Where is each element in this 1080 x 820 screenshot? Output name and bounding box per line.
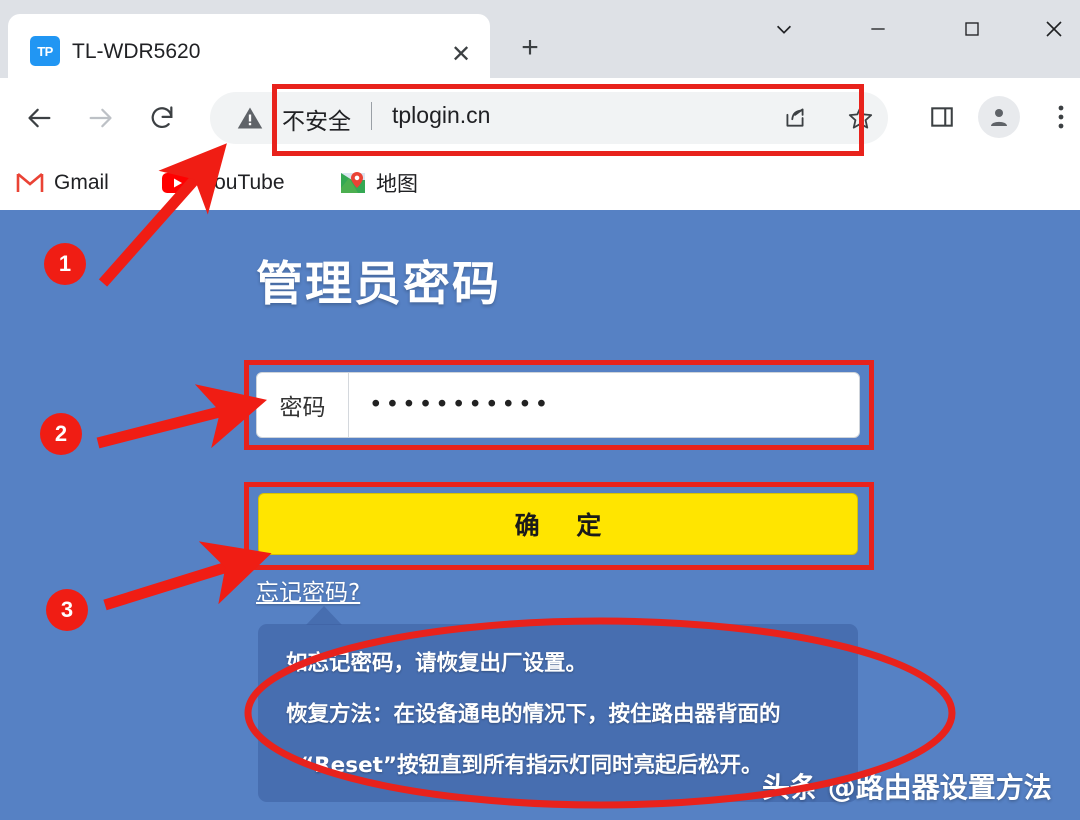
side-panel-icon[interactable] xyxy=(925,100,959,134)
forgot-password-link[interactable]: 忘记密码? xyxy=(256,573,360,607)
star-outline-icon[interactable] xyxy=(845,102,875,132)
profile-avatar-icon[interactable] xyxy=(978,96,1020,138)
bookmark-label: 地图 xyxy=(376,173,418,196)
security-status-label: 不安全 xyxy=(282,108,351,134)
bookmark-youtube[interactable]: YouTube xyxy=(162,168,285,198)
chevron-down-icon[interactable] xyxy=(756,8,812,50)
url-text[interactable]: tplogin.cn xyxy=(392,102,490,129)
bookmark-label: YouTube xyxy=(202,171,285,194)
bookmark-gmail[interactable]: Gmail xyxy=(16,168,109,198)
new-tab-button[interactable]: + xyxy=(512,30,548,66)
info-line-3: “Reset”按钮直到所有指示灯同时亮起后松开。 xyxy=(300,753,763,778)
minimize-icon[interactable] xyxy=(850,8,906,50)
info-line-1: 如忘记密码，请恢复出厂设置。 xyxy=(286,651,588,676)
confirm-button[interactable]: 确 定 xyxy=(258,493,858,555)
not-secure-warning-icon[interactable] xyxy=(236,104,264,132)
youtube-icon xyxy=(162,173,192,193)
omnibox-divider xyxy=(371,102,372,130)
reload-icon[interactable] xyxy=(140,96,184,140)
tooltip-pointer xyxy=(306,606,342,625)
tplink-favicon: TP xyxy=(30,36,60,66)
watermark: 头条 @路由器设置方法 xyxy=(762,771,1052,804)
close-icon[interactable]: ✕ xyxy=(448,42,474,68)
password-field[interactable]: 密码 ••••••••••• xyxy=(256,372,860,438)
forward-arrow-icon[interactable] xyxy=(78,96,122,140)
browser-window: TP TL-WDR5620 ✕ + 不安全 tplogin.cn Gmail Y… xyxy=(0,0,1080,820)
page-title: 管理员密码 xyxy=(256,257,501,312)
bookmark-label: Gmail xyxy=(54,171,109,194)
router-login-page: 管理员密码 密码 ••••••••••• 确 定 忘记密码? 如忘记密码，请恢复… xyxy=(0,210,1080,820)
google-maps-icon xyxy=(341,172,365,193)
three-dot-menu-icon[interactable] xyxy=(1050,100,1072,134)
password-input[interactable]: ••••••••••• xyxy=(349,373,859,437)
bookmark-maps[interactable]: 地图 xyxy=(340,168,418,198)
window-close-icon[interactable] xyxy=(1032,8,1076,50)
info-line-2: 恢复方法：在设备通电的情况下，按住路由器背面的 xyxy=(286,702,781,727)
browser-tab[interactable]: TP TL-WDR5620 ✕ xyxy=(8,14,490,78)
back-arrow-icon[interactable] xyxy=(18,96,62,140)
favicon-text: TP xyxy=(37,43,53,59)
password-label: 密码 xyxy=(257,373,349,437)
tab-title: TL-WDR5620 xyxy=(72,40,201,63)
gmail-icon xyxy=(16,173,44,192)
share-icon[interactable] xyxy=(780,102,810,132)
maximize-icon[interactable] xyxy=(944,8,1000,50)
browser-title-bar: TP TL-WDR5620 ✕ + xyxy=(0,0,1080,78)
